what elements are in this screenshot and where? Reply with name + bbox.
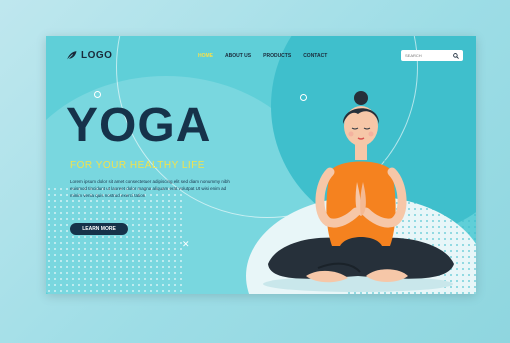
cross-icon: ✕ — [182, 239, 190, 249]
hero-description: Lorem ipsum dolor sit amet consectetuer … — [70, 179, 230, 198]
logo[interactable]: LOGO — [66, 50, 112, 61]
dot-pattern — [46, 186, 186, 294]
logo-text: LOGO — [81, 50, 113, 61]
nav-home[interactable]: HOME — [198, 53, 213, 59]
hero-title: YOGA — [66, 99, 212, 152]
landing-page-card: ✕ LOGO HOME ABOUT US PRODUCTS CONTACT YO… — [46, 36, 476, 294]
leaf-logo-icon — [66, 51, 77, 61]
yoga-woman-illustration — [263, 91, 454, 292]
hero-subtitle: FOR YOUR HEALTHY LIFE — [70, 160, 205, 171]
learn-more-button[interactable]: LEARN MORE — [70, 223, 128, 235]
circle-icon — [94, 91, 101, 98]
nav-about-us[interactable]: ABOUT US — [225, 53, 251, 59]
